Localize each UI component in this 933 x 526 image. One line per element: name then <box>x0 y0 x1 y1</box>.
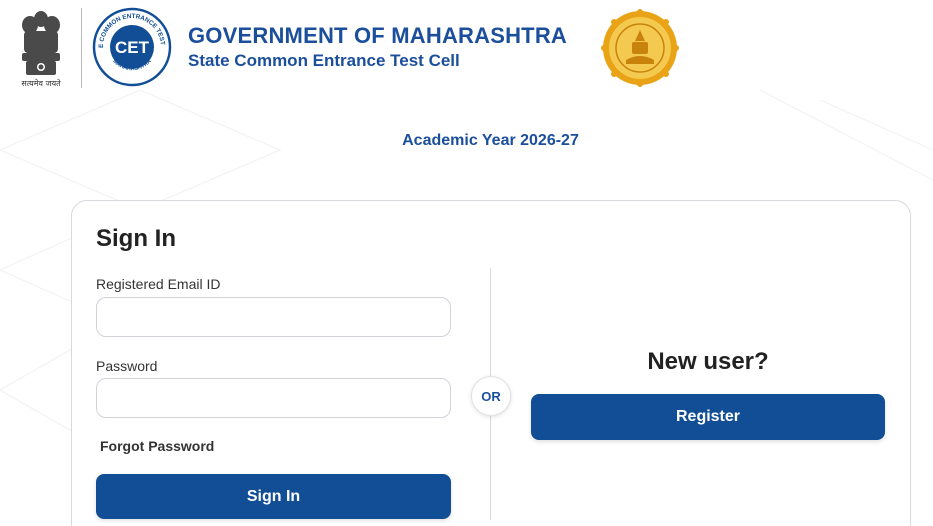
email-field[interactable] <box>96 297 451 337</box>
emblem-motto: सत्यमेव जयते <box>21 79 61 88</box>
cet-cell-subtitle: State Common Entrance Test Cell <box>188 51 460 70</box>
password-label: Password <box>96 358 158 374</box>
email-label: Registered Email ID <box>96 276 221 292</box>
cet-logo-mark: CET <box>115 38 150 57</box>
academic-year-label: Academic Year 2026-27 <box>402 132 579 149</box>
maharashtra-seal-icon <box>601 9 679 87</box>
cet-cell-logo-icon: STATE COMMON ENTRANCE TEST CELL MAHARASH… <box>92 7 172 87</box>
government-title: GOVERNMENT OF MAHARASHTRA <box>188 23 567 48</box>
new-user-heading: New user? <box>647 348 769 375</box>
signin-button[interactable]: Sign In <box>96 474 451 519</box>
site-header: सत्यमेव जयते STATE COMMON ENTRANCE TEST … <box>0 0 933 92</box>
signin-heading: Sign In <box>96 225 176 252</box>
register-button[interactable]: Register <box>531 394 885 440</box>
forgot-password-link[interactable]: Forgot Password <box>100 438 214 454</box>
or-badge: OR <box>471 376 511 416</box>
password-field[interactable] <box>96 378 451 418</box>
header-divider <box>81 8 82 88</box>
